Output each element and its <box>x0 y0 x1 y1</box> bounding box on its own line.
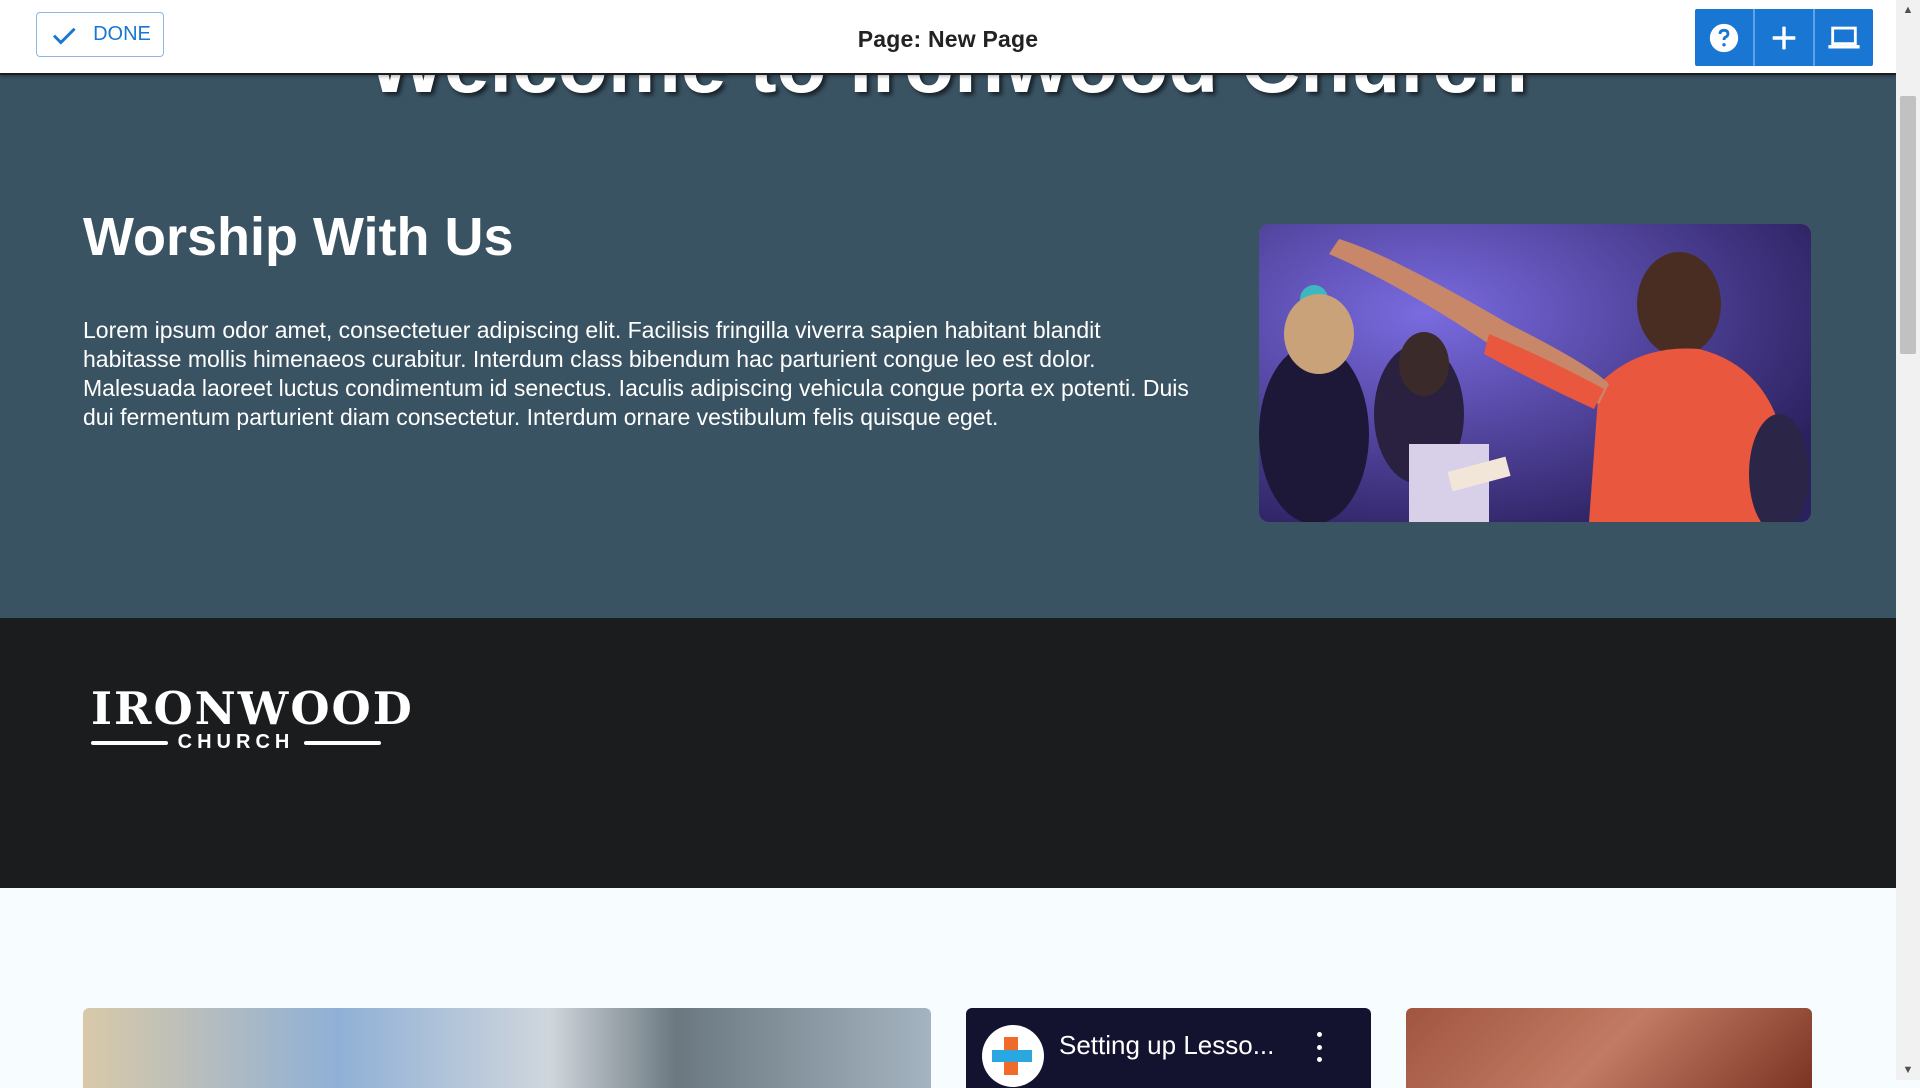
scroll-thumb[interactable] <box>1900 96 1916 354</box>
more-vert-icon[interactable] <box>1314 1032 1324 1062</box>
editor-toolbar: DONE Page: New Page <box>0 0 1896 75</box>
laptop-icon <box>1828 26 1860 48</box>
logo-main-text: IRONWOOD <box>91 682 414 735</box>
photo-card-outdoor[interactable] <box>83 1008 931 1088</box>
plus-icon <box>1772 26 1796 49</box>
page-title: Page: New Page <box>857 26 1039 52</box>
scroll-down-arrow-icon[interactable]: ▼ <box>1896 1060 1920 1080</box>
help-button[interactable] <box>1695 9 1753 66</box>
logo-sub-text: CHURCH <box>177 731 295 753</box>
worship-photo-image <box>1259 224 1811 522</box>
toolbar-actions <box>1695 9 1873 66</box>
preview-button[interactable] <box>1813 9 1873 66</box>
video-title: Setting up Lesso... <box>1059 1030 1275 1060</box>
worship-photo <box>1259 224 1811 522</box>
logo-line-left <box>91 740 168 745</box>
channel-logo-icon <box>982 1025 1044 1087</box>
scroll-up-arrow-icon[interactable]: ▲ <box>1896 0 1920 20</box>
church-logo: IRONWOOD CHURCH <box>91 682 414 753</box>
video-card[interactable]: Setting up Lesso... <box>966 1008 1371 1088</box>
add-button[interactable] <box>1753 9 1813 66</box>
help-circle-icon <box>1709 23 1739 52</box>
logo-line-right <box>304 740 382 745</box>
hero-section: Welcome to Ironwood Church Worship With … <box>0 0 1896 618</box>
vertical-scrollbar[interactable]: ▲ ▼ <box>1896 0 1920 1080</box>
bible-photo-card[interactable] <box>1406 1008 1812 1088</box>
worship-body-text: Lorem ipsum odor amet, consectetuer adip… <box>83 317 1189 430</box>
worship-title: Worship With Us <box>83 207 514 267</box>
